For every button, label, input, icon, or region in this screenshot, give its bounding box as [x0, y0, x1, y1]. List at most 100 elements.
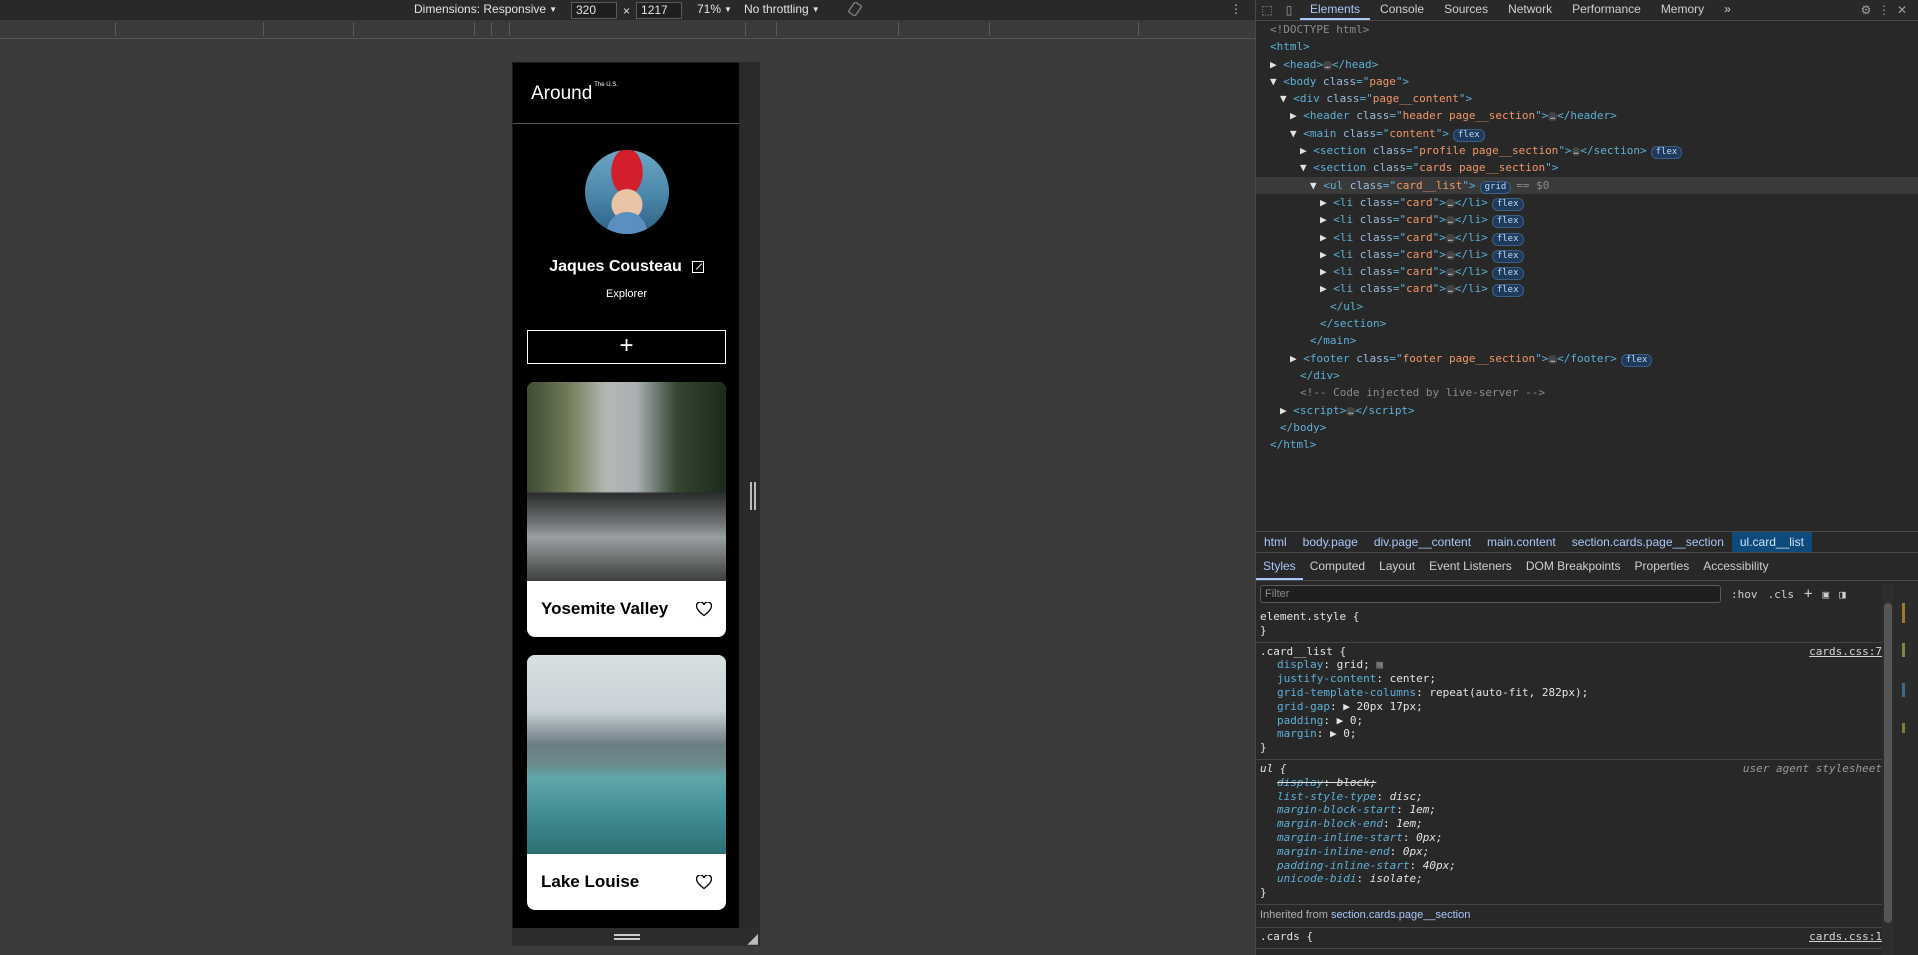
rotate-icon[interactable]: [848, 2, 864, 16]
throttling-dropdown[interactable]: No throttling ▼: [744, 2, 820, 16]
site-logo[interactable]: Around The U.S.: [531, 82, 618, 105]
tab-properties[interactable]: Properties: [1628, 553, 1697, 580]
dom-node[interactable]: ▶ <li class="card">… </li> flex: [1256, 229, 1918, 246]
inspect-element-icon[interactable]: ⬚: [1260, 3, 1274, 17]
styles-scrollbar[interactable]: [1882, 583, 1894, 955]
css-property[interactable]: margin-inline-end: 0px;: [1260, 845, 1882, 859]
dom-node[interactable]: </html>: [1256, 436, 1918, 453]
css-rule[interactable]: cards.css:7 .card__list { display: grid;…: [1256, 643, 1886, 760]
breadcrumb-item[interactable]: div.page__content: [1366, 532, 1479, 552]
add-card-button[interactable]: +: [527, 330, 726, 364]
css-property[interactable]: grid-template-columns: repeat(auto-fit, …: [1260, 686, 1882, 700]
breadcrumb-item[interactable]: html: [1256, 532, 1295, 552]
tab-computed[interactable]: Computed: [1303, 553, 1372, 580]
dom-node[interactable]: ▶ <li class="card">… </li> flex: [1256, 194, 1918, 211]
tab-accessibility[interactable]: Accessibility: [1696, 553, 1775, 580]
more-tabs-button[interactable]: »: [1714, 0, 1741, 20]
css-rule[interactable]: cards.css:1 .cards {: [1256, 928, 1886, 949]
dom-node[interactable]: ▶ <li class="card">… </li> flex: [1256, 280, 1918, 298]
corner-resize-icon[interactable]: ◢: [747, 930, 758, 947]
tab-console[interactable]: Console: [1370, 0, 1434, 20]
more-options-icon[interactable]: ⋮: [1230, 2, 1242, 16]
height-input[interactable]: 1217: [636, 2, 683, 19]
dom-node[interactable]: ▶ <li class="card">… </li> flex: [1256, 211, 1918, 229]
resize-handle[interactable]: [750, 482, 756, 510]
dom-node[interactable]: ▶ <li class="card">… </li> flex: [1256, 246, 1918, 263]
dom-node[interactable]: ▼ <body class="page">: [1256, 73, 1918, 90]
dom-node[interactable]: ▶ <li class="card">… </li> flex: [1256, 263, 1918, 281]
tab-styles[interactable]: Styles: [1256, 553, 1303, 580]
card-image[interactable]: [527, 655, 726, 854]
css-property[interactable]: padding-inline-start: 40px;: [1260, 859, 1882, 873]
css-property[interactable]: list-style-type: disc;: [1260, 790, 1882, 804]
dimensions-dropdown[interactable]: Dimensions: Responsive ▼: [414, 2, 557, 16]
hov-toggle[interactable]: :hov: [1731, 588, 1758, 601]
width-input[interactable]: 320: [571, 2, 617, 19]
bottom-resize-grip[interactable]: [614, 934, 640, 940]
breadcrumb-item-active[interactable]: ul.card__list: [1731, 532, 1812, 552]
edit-profile-button[interactable]: [691, 261, 704, 273]
tab-sources[interactable]: Sources: [1434, 0, 1498, 20]
zoom-dropdown[interactable]: 71% ▼: [697, 2, 732, 16]
dom-node[interactable]: </section>: [1256, 315, 1918, 332]
tab-elements[interactable]: Elements: [1300, 0, 1371, 20]
close-icon[interactable]: ✕: [1895, 3, 1909, 17]
heart-icon[interactable]: [696, 874, 712, 890]
css-property[interactable]: margin: ▶ 0;: [1260, 727, 1882, 741]
dom-node[interactable]: ▼ <main class="content"> flex: [1256, 125, 1918, 142]
heart-icon[interactable]: [696, 601, 712, 617]
dom-node[interactable]: ▶ <footer class="footer page__section">……: [1256, 350, 1918, 367]
rule-source-link[interactable]: cards.css:7: [1809, 645, 1882, 659]
dom-node[interactable]: ▶ <head>… </head>: [1256, 56, 1918, 73]
dom-node[interactable]: ▼ <div class="page__content">: [1256, 90, 1918, 107]
dom-node[interactable]: <!-- Code injected by live-server -->: [1256, 384, 1918, 401]
device-toolbar-icon[interactable]: ▯: [1282, 3, 1296, 17]
css-rule[interactable]: element.style { }: [1256, 608, 1886, 643]
paint-icon[interactable]: ▣: [1822, 588, 1829, 601]
breadcrumb-item[interactable]: section.cards.page__section: [1564, 532, 1732, 552]
css-property[interactable]: padding: ▶ 0;: [1260, 714, 1882, 728]
css-property[interactable]: justify-content: center;: [1260, 672, 1882, 686]
css-property[interactable]: margin-block-start: 1em;: [1260, 803, 1882, 817]
css-property[interactable]: grid-gap: ▶ 20px 17px;: [1260, 700, 1882, 714]
dom-node[interactable]: ▼ <section class="cards page__section">: [1256, 159, 1918, 176]
rule-source-link[interactable]: cards.css:1: [1809, 930, 1882, 944]
css-property[interactable]: display: grid; ▦: [1260, 658, 1882, 672]
dom-node[interactable]: </body>: [1256, 419, 1918, 436]
dom-node[interactable]: ▶ <script>… </script>: [1256, 402, 1918, 419]
dom-node[interactable]: <html>: [1256, 38, 1918, 55]
tab-network[interactable]: Network: [1498, 0, 1562, 20]
more-options-icon[interactable]: ⋮: [1877, 3, 1891, 17]
dom-node[interactable]: </ul>: [1256, 298, 1918, 315]
dom-node-selected[interactable]: ▼ <ul class="card__list"> grid == $0: [1256, 176, 1918, 194]
css-property-overridden[interactable]: display: block;: [1260, 776, 1882, 790]
device-emulation-area: Dimensions: Responsive ▼ 320 × 1217 71% …: [0, 0, 1255, 955]
tab-memory[interactable]: Memory: [1651, 0, 1714, 20]
css-rule[interactable]: user agent stylesheet ul { display: bloc…: [1256, 760, 1886, 905]
cls-toggle[interactable]: .cls: [1768, 588, 1795, 601]
css-property[interactable]: unicode-bidi: isolate;: [1260, 872, 1882, 886]
media-query-ruler[interactable]: [0, 20, 1255, 39]
breadcrumb-item[interactable]: body.page: [1295, 532, 1366, 552]
css-property[interactable]: margin-inline-start: 0px;: [1260, 831, 1882, 845]
card-image[interactable]: [527, 382, 726, 581]
tab-dom-breakpoints[interactable]: DOM Breakpoints: [1519, 553, 1628, 580]
styles-filter-input[interactable]: Filter: [1260, 585, 1721, 603]
breadcrumb-item[interactable]: main.content: [1479, 532, 1564, 552]
dom-node[interactable]: </div>: [1256, 367, 1918, 384]
avatar[interactable]: [584, 150, 669, 234]
sidebar-toggle-icon[interactable]: ◨: [1839, 588, 1846, 601]
dom-node[interactable]: ▶ <section class="profile page__section"…: [1256, 142, 1918, 160]
dom-node[interactable]: <!DOCTYPE html>: [1256, 21, 1918, 38]
tab-performance[interactable]: Performance: [1562, 0, 1651, 20]
grid-editor-icon[interactable]: ▦: [1376, 658, 1383, 671]
dom-node[interactable]: ▶ <header class="header page__section">……: [1256, 107, 1918, 124]
css-property[interactable]: margin-block-end: 1em;: [1260, 817, 1882, 831]
inherited-from-link[interactable]: section.cards.page__section: [1331, 909, 1470, 921]
gear-icon[interactable]: ⚙: [1859, 3, 1873, 17]
dom-node[interactable]: </main>: [1256, 332, 1918, 349]
tab-layout[interactable]: Layout: [1372, 553, 1422, 580]
tab-event-listeners[interactable]: Event Listeners: [1422, 553, 1519, 580]
add-rule-icon[interactable]: +: [1804, 586, 1812, 602]
scrollbar-thumb[interactable]: [1884, 603, 1892, 923]
